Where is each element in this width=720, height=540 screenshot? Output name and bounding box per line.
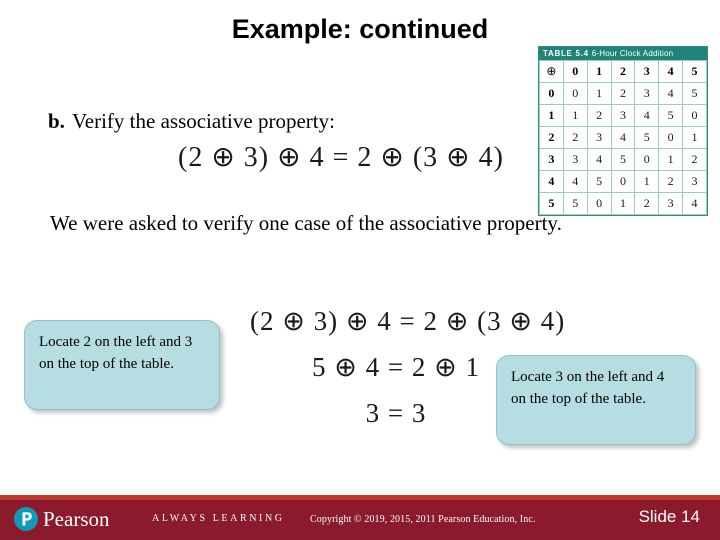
table-cell: 3 bbox=[562, 148, 588, 171]
column-header: 5 bbox=[682, 60, 707, 83]
table-cell: 4 bbox=[682, 192, 707, 215]
operator-cell: ⊕ bbox=[539, 60, 564, 83]
column-header: 4 bbox=[658, 60, 684, 83]
row-header: 3 bbox=[539, 148, 564, 171]
column-header: 1 bbox=[586, 60, 612, 83]
table-row: 2 2 3 4 5 0 1 bbox=[539, 126, 707, 149]
table-cell: 5 bbox=[682, 82, 707, 105]
table-cell: 2 bbox=[562, 126, 588, 149]
table-cell: 4 bbox=[586, 148, 612, 171]
table-cell: 0 bbox=[562, 82, 588, 105]
callout-box-left: Locate 2 on the left and 3 on the top of… bbox=[24, 320, 220, 410]
table-row: 4 4 5 0 1 2 3 bbox=[539, 170, 707, 193]
callout-box-right: Locate 3 on the left and 4 on the top of… bbox=[496, 355, 696, 445]
column-header: 0 bbox=[562, 60, 588, 83]
table-cell: 1 bbox=[682, 126, 707, 149]
table-cell: 5 bbox=[610, 148, 636, 171]
row-header: 2 bbox=[539, 126, 564, 149]
table-caption: TABLE 5.4 6-Hour Clock Addition bbox=[539, 47, 707, 60]
table-header-row: ⊕ 0 1 2 3 4 5 bbox=[539, 60, 707, 83]
table-cell: 5 bbox=[658, 104, 684, 127]
table-cell: 5 bbox=[586, 170, 612, 193]
table-cell: 5 bbox=[634, 126, 660, 149]
table-row: 3 3 4 5 0 1 2 bbox=[539, 148, 707, 171]
pearson-wordmark: Pearson bbox=[43, 507, 110, 531]
table-cell: 4 bbox=[634, 104, 660, 127]
column-header: 3 bbox=[634, 60, 660, 83]
table-cell: 1 bbox=[562, 104, 588, 127]
list-item-b-text: Verify the associative property: bbox=[71, 109, 335, 133]
table-cell: 4 bbox=[610, 126, 636, 149]
slide-footer: Pearson ALWAYS LEARNING Copyright © 2019… bbox=[0, 495, 720, 540]
table-caption-label: TABLE 5.4 bbox=[543, 49, 589, 58]
slide-number: Slide 14 bbox=[638, 507, 700, 526]
row-header: 0 bbox=[539, 82, 564, 105]
associative-property-equation: (2 ⊕ 3) ⊕ 4 = 2 ⊕ (3 ⊕ 4) bbox=[178, 142, 504, 173]
row-header: 4 bbox=[539, 170, 564, 193]
page-title: Example: continued bbox=[231, 14, 489, 44]
pearson-p-icon bbox=[14, 507, 38, 531]
table-cell: 2 bbox=[586, 104, 612, 127]
table-cell: 0 bbox=[658, 126, 684, 149]
table-cell: 2 bbox=[610, 82, 636, 105]
table-cell: 1 bbox=[634, 170, 660, 193]
column-header: 2 bbox=[610, 60, 636, 83]
table-cell: 0 bbox=[610, 170, 636, 193]
table-cell: 1 bbox=[658, 148, 684, 171]
table-cell: 2 bbox=[658, 170, 684, 193]
table-cell: 0 bbox=[634, 148, 660, 171]
table-cell: 0 bbox=[682, 104, 707, 127]
table-cell: 3 bbox=[658, 192, 684, 215]
footer-tagline: ALWAYS LEARNING bbox=[152, 513, 285, 524]
row-header: 1 bbox=[539, 104, 564, 127]
table-caption-text: 6-Hour Clock Addition bbox=[591, 49, 674, 58]
footer-accent-stripe bbox=[0, 495, 720, 500]
table-cell: 3 bbox=[682, 170, 707, 193]
table-row: 1 1 2 3 4 5 0 bbox=[539, 104, 707, 127]
clock-addition-table: TABLE 5.4 6-Hour Clock Addition ⊕ 0 1 2 3… bbox=[538, 46, 708, 216]
table-cell: 3 bbox=[610, 104, 636, 127]
worked-equation-line-1: (2 ⊕ 3) ⊕ 4 = 2 ⊕ (3 ⊕ 4) bbox=[250, 306, 566, 336]
list-item-b-label: b. bbox=[48, 109, 65, 133]
table-cell: 3 bbox=[586, 126, 612, 149]
table-cell: 4 bbox=[658, 82, 684, 105]
table-cell: 1 bbox=[586, 82, 612, 105]
table-cell: 3 bbox=[634, 82, 660, 105]
table-cell: 4 bbox=[562, 170, 588, 193]
explanation-paragraph: We were asked to verify one case of the … bbox=[50, 211, 562, 235]
table-row: 0 0 1 2 3 4 5 bbox=[539, 82, 707, 105]
table-cell: 2 bbox=[682, 148, 707, 171]
footer-copyright: Copyright © 2019, 2015, 2011 Pearson Edu… bbox=[310, 514, 536, 525]
pearson-logo: Pearson bbox=[14, 507, 110, 531]
list-item-b: b. Verify the associative property: bbox=[48, 108, 335, 134]
